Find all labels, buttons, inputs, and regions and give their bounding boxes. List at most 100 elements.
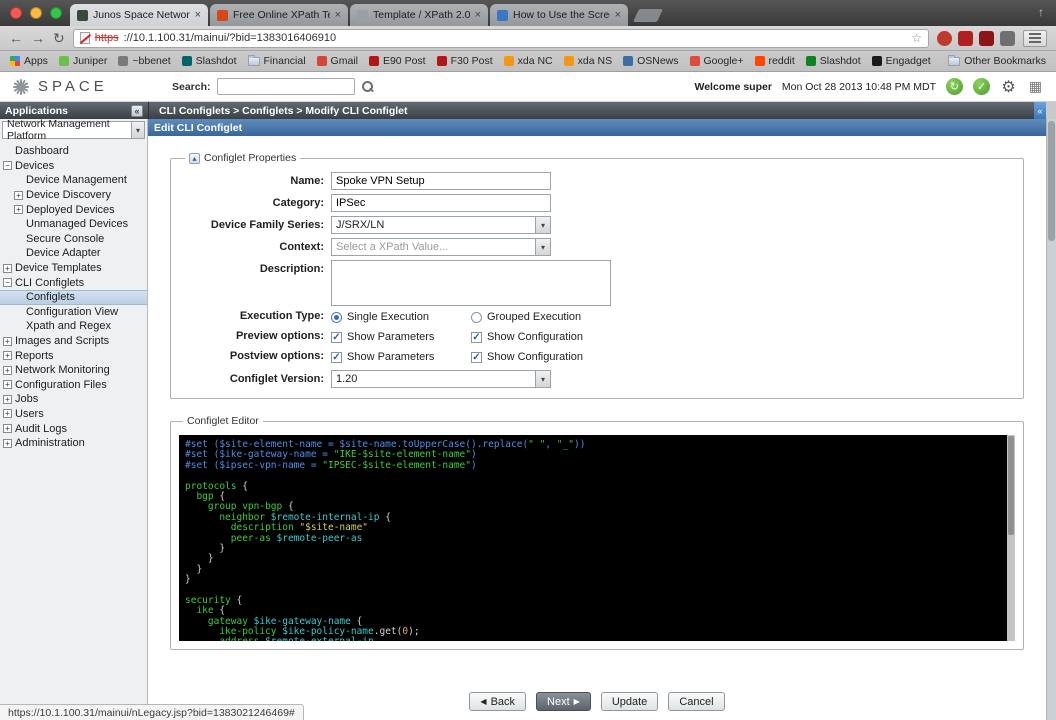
- checkbox-checked[interactable]: [331, 352, 342, 363]
- sidebar-item-device-discovery[interactable]: +Device Discovery: [0, 188, 147, 203]
- page-scrollbar-thumb[interactable]: [1048, 121, 1055, 241]
- bookmark-f30-post[interactable]: F30 Post: [437, 55, 493, 67]
- back-nav-icon[interactable]: ←: [9, 31, 23, 45]
- bookmark-e90-post[interactable]: E90 Post: [369, 55, 426, 67]
- close-window-button[interactable]: [10, 7, 22, 19]
- bookmark-xda-nc[interactable]: xda NC: [504, 55, 553, 67]
- checkbox-checked[interactable]: [331, 332, 342, 343]
- bookmark-slashdot[interactable]: Slashdot: [806, 55, 861, 67]
- extension-icon-4[interactable]: [1000, 31, 1015, 46]
- bookmark-gmail[interactable]: Gmail: [317, 55, 358, 67]
- chrome-menu-button[interactable]: [1023, 30, 1047, 47]
- option-grouped-execution[interactable]: Grouped Execution: [471, 311, 611, 323]
- device-family-select[interactable]: J/SRX/LN ▾: [331, 216, 551, 234]
- sidebar-item-secure-console[interactable]: Secure Console: [0, 232, 147, 247]
- sidebar-item-devices[interactable]: −Devices: [0, 159, 147, 174]
- sidebar-item-network-monitoring[interactable]: +Network Monitoring: [0, 363, 147, 378]
- configlet-code-editor[interactable]: #set ($site-element-name = $site-name.to…: [179, 435, 1015, 641]
- tab-close-icon[interactable]: ×: [195, 10, 201, 21]
- bookmark-xda-ns[interactable]: xda NS: [564, 55, 612, 67]
- sidebar-item-jobs[interactable]: +Jobs: [0, 392, 147, 407]
- extension-icon-3[interactable]: [979, 31, 994, 46]
- checkbox-checked[interactable]: [471, 332, 482, 343]
- chevron-down-icon[interactable]: ▾: [535, 239, 550, 255]
- sidebar-item-dashboard[interactable]: Dashboard: [0, 144, 147, 159]
- chevron-down-icon[interactable]: ▾: [535, 217, 550, 233]
- expand-icon[interactable]: +: [14, 205, 23, 214]
- extension-icon-2[interactable]: [958, 31, 973, 46]
- configlet-version-select[interactable]: 1.20 ▾: [331, 370, 551, 388]
- bookmark-star-icon[interactable]: ☆: [911, 31, 922, 45]
- radio-checked[interactable]: [331, 312, 342, 323]
- expand-icon[interactable]: +: [3, 337, 12, 346]
- expand-icon[interactable]: +: [3, 395, 12, 404]
- collapse-icon[interactable]: −: [3, 161, 12, 170]
- collapse-sidebar-button[interactable]: «: [131, 105, 143, 117]
- apps-launcher-icon[interactable]: ▦: [1027, 78, 1044, 95]
- option-show-parameters[interactable]: Show Parameters: [331, 351, 471, 363]
- expand-icon[interactable]: +: [14, 191, 23, 200]
- zoom-window-button[interactable]: [50, 7, 62, 19]
- expand-icon[interactable]: +: [3, 366, 12, 375]
- option-show-parameters[interactable]: Show Parameters: [331, 331, 471, 343]
- bookmark-financial[interactable]: Financial: [248, 55, 306, 67]
- sidebar-item-deployed-devices[interactable]: +Deployed Devices: [0, 202, 147, 217]
- search-icon[interactable]: [361, 80, 374, 93]
- collapse-icon[interactable]: −: [3, 278, 12, 287]
- window-expand-icon[interactable]: ↑: [1038, 5, 1044, 19]
- bookmark-bbenet[interactable]: ~bbenet: [118, 55, 170, 67]
- browser-tab[interactable]: How to Use the Screen Rec×: [490, 4, 628, 26]
- editor-scrollbar-thumb[interactable]: [1008, 436, 1014, 535]
- browser-tab[interactable]: Template / XPath 2.0 / XQ×: [350, 4, 488, 26]
- sidebar-item-users[interactable]: +Users: [0, 407, 147, 422]
- back-button[interactable]: ◀Back: [469, 692, 526, 711]
- browser-tab[interactable]: Junos Space Network Man×: [70, 4, 208, 26]
- search-input[interactable]: [217, 78, 355, 95]
- forward-nav-icon[interactable]: →: [31, 31, 45, 45]
- expand-icon[interactable]: +: [3, 351, 12, 360]
- bookmark-slashdot[interactable]: Slashdot: [182, 55, 237, 67]
- tab-close-icon[interactable]: ×: [475, 10, 481, 21]
- option-show-configuration[interactable]: Show Configuration: [471, 351, 611, 363]
- application-selector[interactable]: Network Management Platform ▾: [2, 121, 145, 139]
- chevron-down-icon[interactable]: ▾: [131, 122, 144, 138]
- name-input[interactable]: [331, 172, 551, 190]
- bookmark-apps[interactable]: Apps: [10, 55, 48, 67]
- expand-icon[interactable]: +: [3, 439, 12, 448]
- address-bar[interactable]: https ://10.1.100.31/mainui/?bid=1383016…: [73, 29, 929, 48]
- sidebar-item-audit-logs[interactable]: +Audit Logs: [0, 421, 147, 436]
- bookmark-other-bookmarks[interactable]: Other Bookmarks: [948, 55, 1046, 67]
- sidebar-item-unmanaged-devices[interactable]: Unmanaged Devices: [0, 217, 147, 232]
- sidebar-item-cli-configlets[interactable]: −CLI Configlets: [0, 275, 147, 290]
- bookmark-google[interactable]: Google+: [690, 55, 744, 67]
- description-textarea[interactable]: [331, 260, 611, 306]
- bookmark-osnews[interactable]: OSNews: [623, 55, 678, 67]
- sidebar-item-administration[interactable]: +Administration: [0, 436, 147, 451]
- sidebar-item-device-templates[interactable]: +Device Templates: [0, 261, 147, 276]
- sidebar-item-configlets[interactable]: Configlets: [0, 290, 147, 305]
- sidebar-item-configuration-files[interactable]: +Configuration Files: [0, 378, 147, 393]
- collapse-right-panel-button[interactable]: «: [1034, 102, 1046, 119]
- sidebar-item-device-adapter[interactable]: Device Adapter: [0, 246, 147, 261]
- sidebar-item-images-and-scripts[interactable]: +Images and Scripts: [0, 334, 147, 349]
- sidebar-item-configuration-view[interactable]: Configuration View: [0, 305, 147, 320]
- cancel-button[interactable]: Cancel: [668, 692, 724, 711]
- bookmark-engadget[interactable]: Engadget: [872, 55, 931, 67]
- radio-unchecked[interactable]: [471, 312, 482, 323]
- extension-icon-1[interactable]: [937, 31, 952, 46]
- browser-tab[interactable]: Free Online XPath Tester×: [210, 4, 348, 26]
- insecure-page-icon[interactable]: [80, 32, 90, 44]
- context-select[interactable]: Select a XPath Value... ▾: [331, 238, 551, 256]
- category-input[interactable]: [331, 194, 551, 212]
- expand-icon[interactable]: +: [3, 424, 12, 433]
- code-area[interactable]: #set ($site-element-name = $site-name.to…: [179, 435, 1007, 641]
- next-button[interactable]: Next▶: [536, 692, 591, 711]
- editor-scrollbar[interactable]: [1007, 435, 1015, 641]
- tab-close-icon[interactable]: ×: [335, 10, 341, 21]
- collapse-section-icon[interactable]: ▴: [189, 153, 200, 164]
- chevron-down-icon[interactable]: ▾: [535, 371, 550, 387]
- sidebar-item-xpath-and-regex[interactable]: Xpath and Regex: [0, 319, 147, 334]
- settings-gear-icon[interactable]: ⚙: [1000, 78, 1017, 95]
- page-scrollbar[interactable]: [1046, 119, 1056, 720]
- bookmark-reddit[interactable]: reddit: [755, 55, 795, 67]
